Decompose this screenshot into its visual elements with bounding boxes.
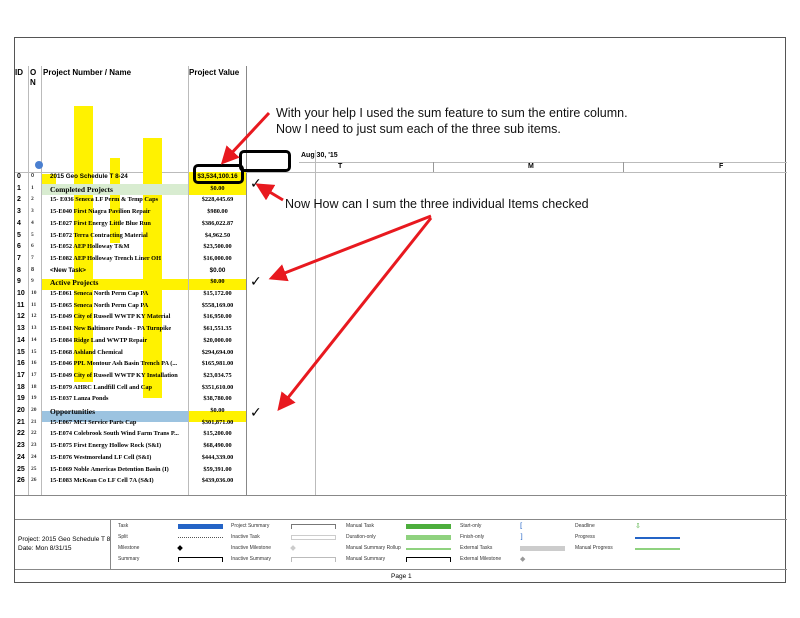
legend-swatch xyxy=(291,535,336,540)
legend-label: Milestone xyxy=(118,545,140,551)
print-preview-page: ID O N Project Number / Name Project Val… xyxy=(14,37,787,583)
legend-label: Project Summary xyxy=(231,523,270,529)
legend-swatch xyxy=(291,557,336,562)
footer-date: Date: Mon 8/31/15 xyxy=(18,545,72,552)
annotation-arrows xyxy=(220,111,433,412)
legend-label: External Milestone xyxy=(460,556,502,562)
legend-swatch xyxy=(406,524,451,529)
legend-label: Task xyxy=(118,523,129,529)
arrow-to-sum xyxy=(220,111,271,165)
legend-label: Duration-only xyxy=(346,534,376,540)
legend-label: Deadline xyxy=(575,523,595,529)
legend-swatch xyxy=(178,537,223,538)
page-number: Page 1 xyxy=(391,573,412,580)
legend-swatch: ◆ xyxy=(520,555,526,563)
legend-label: Manual Summary Rollup xyxy=(346,545,401,551)
legend-label: Start-only xyxy=(460,523,482,529)
legend-label: Inactive Task xyxy=(231,534,260,540)
legend-swatch xyxy=(520,546,565,551)
legend-label: Progress xyxy=(575,534,596,540)
legend-swatch xyxy=(635,537,680,539)
legend-label: Manual Progress xyxy=(575,545,613,551)
legend-swatch: [ xyxy=(520,522,523,530)
legend-swatch xyxy=(406,535,451,540)
arrow-to-completed xyxy=(255,183,284,202)
legend-label: Split xyxy=(118,534,128,540)
legend-swatch: ⇩ xyxy=(635,522,641,530)
legend-swatch xyxy=(291,524,336,529)
legend-label: Manual Summary xyxy=(346,556,386,562)
legend-swatch: ] xyxy=(520,533,523,541)
legend-label: External Tasks xyxy=(460,545,493,551)
legend-swatch xyxy=(178,557,223,562)
legend-swatch xyxy=(635,548,680,550)
legend-swatch xyxy=(406,557,451,562)
legend-label: Inactive Summary xyxy=(231,556,272,562)
legend-label: Manual Task xyxy=(346,523,374,529)
legend-label: Summary xyxy=(118,556,140,562)
legend-label: Inactive Milestone xyxy=(231,545,272,551)
legend-swatch xyxy=(178,524,223,529)
footer-project: Project: 2015 Geo Schedule T 8 xyxy=(18,536,111,543)
legend-label: Finish-only xyxy=(460,534,485,540)
legend-swatch xyxy=(406,548,451,550)
